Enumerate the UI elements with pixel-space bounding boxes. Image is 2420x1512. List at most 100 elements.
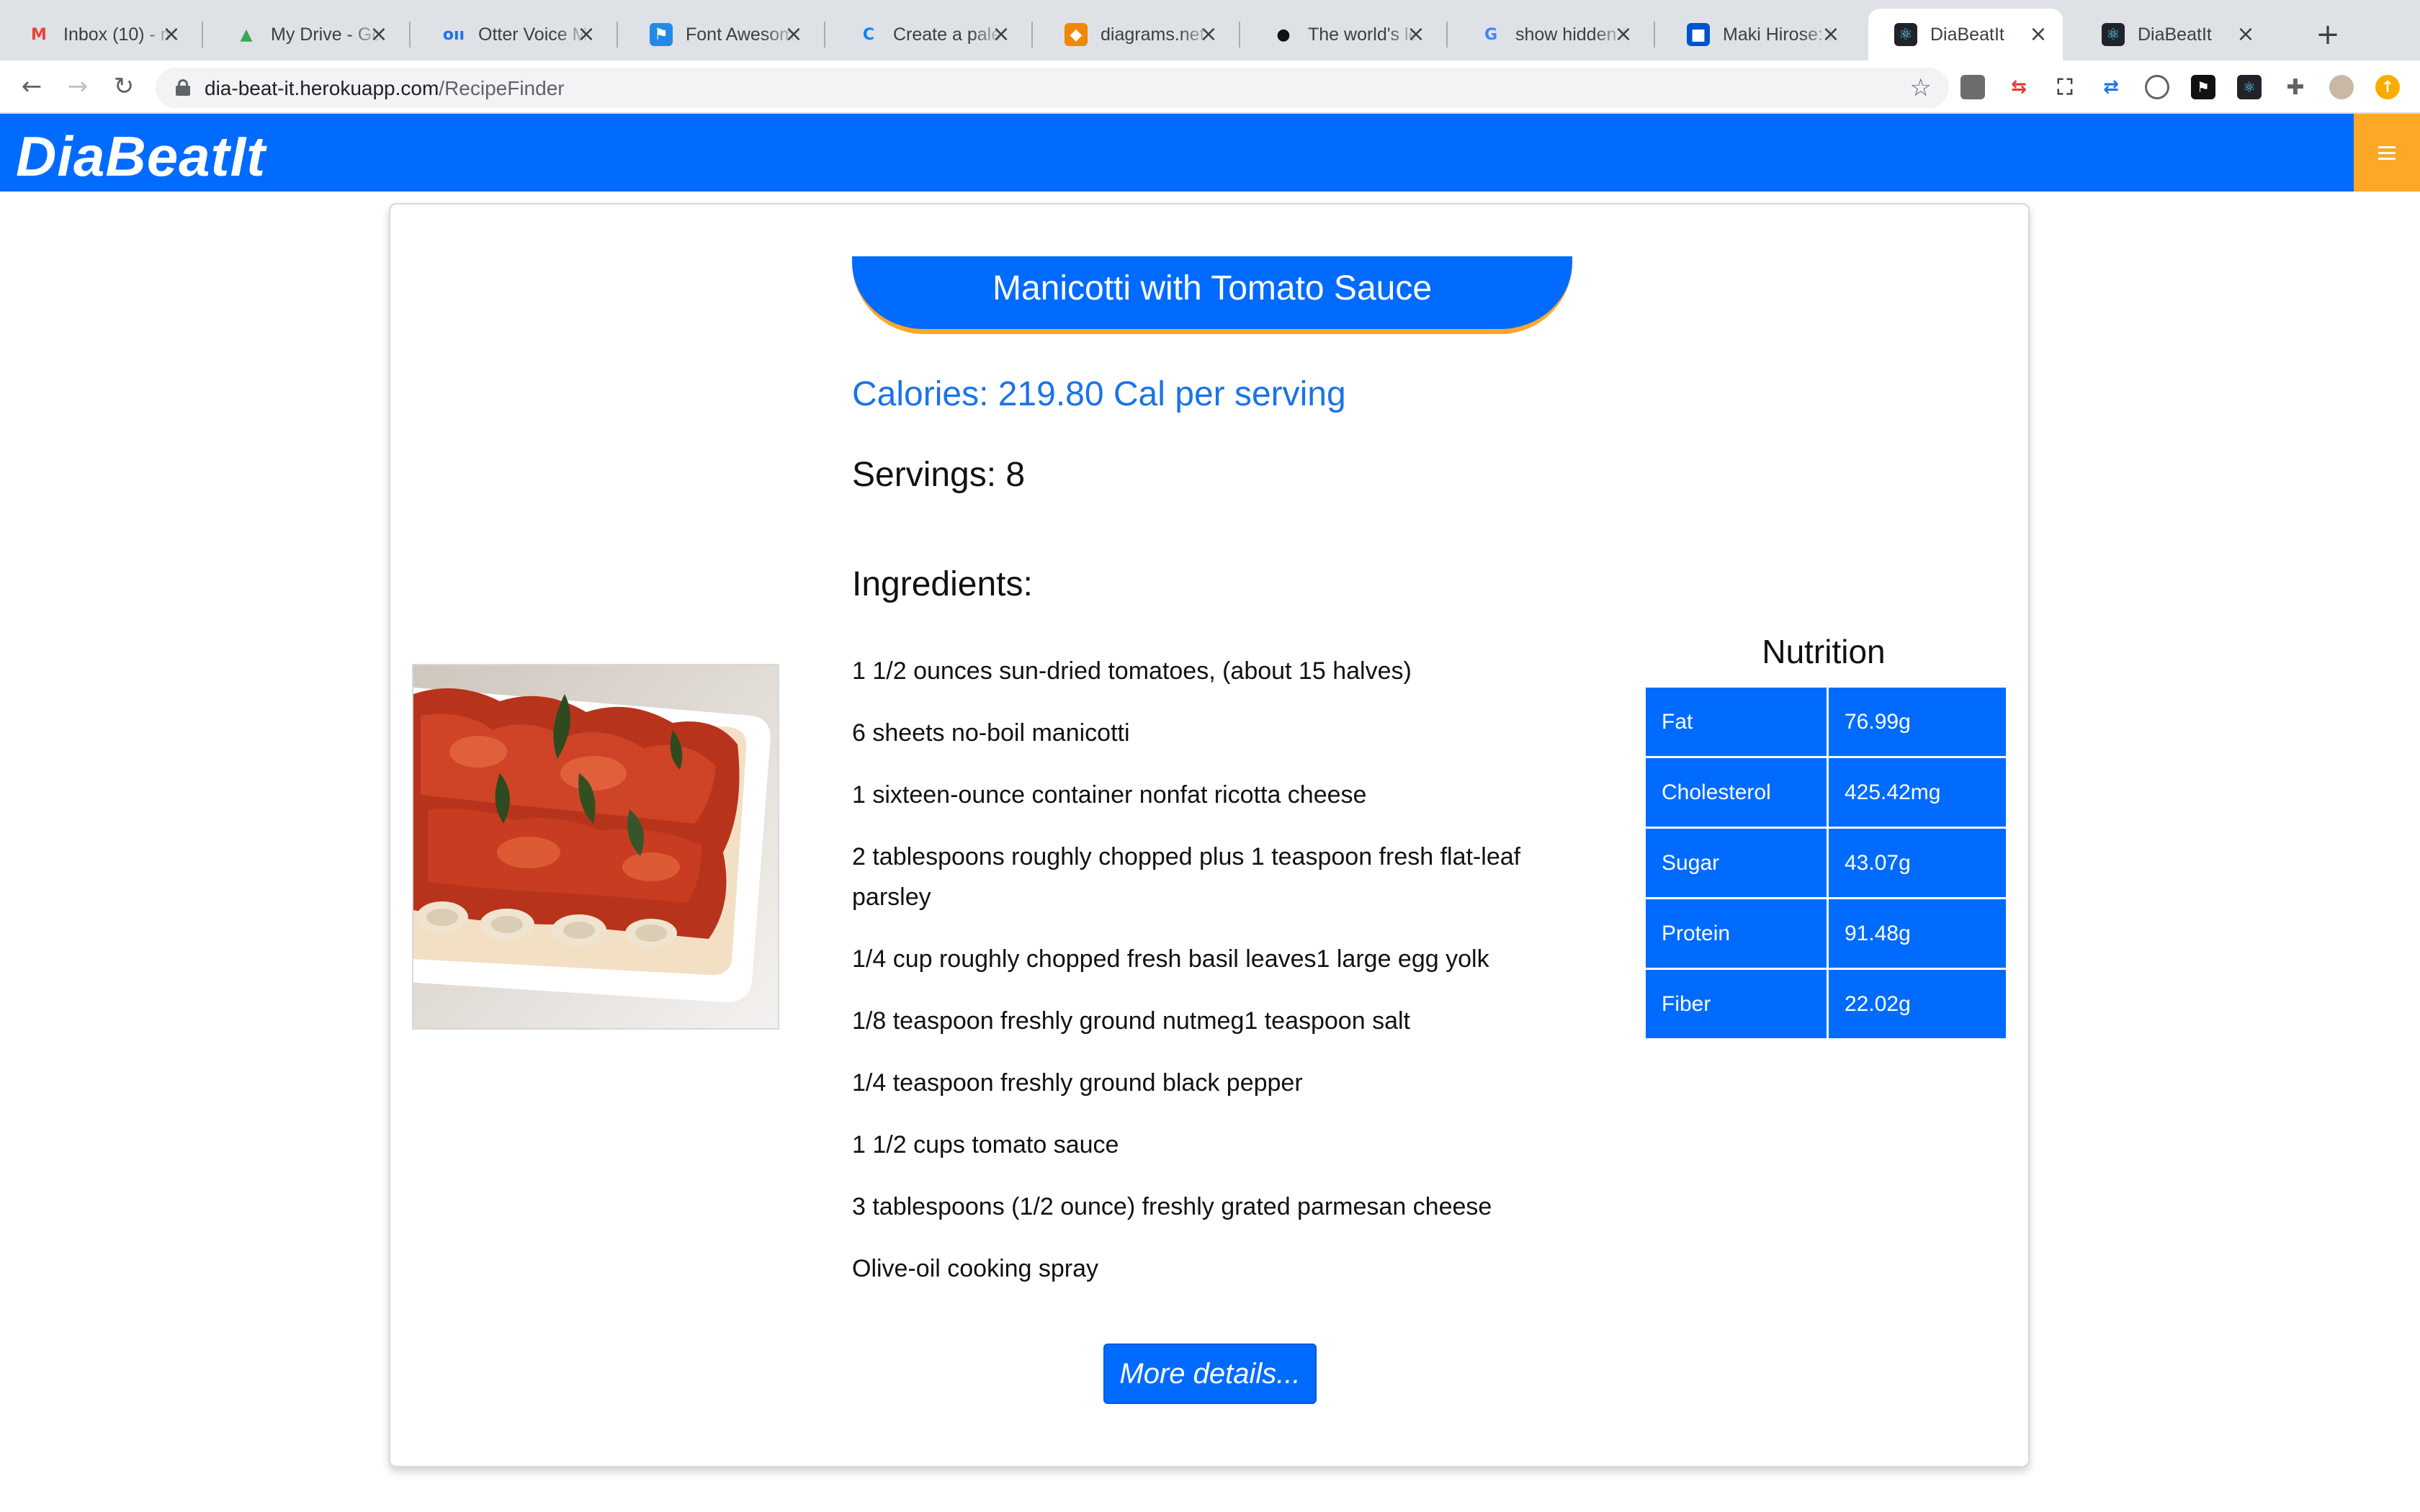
tab-title: Create a palet [893, 24, 1005, 45]
tab-title: DiaBeatIt [2138, 24, 2212, 45]
more-details-button[interactable]: More details... [1103, 1344, 1317, 1404]
tab-close-icon[interactable]: × [1197, 23, 1220, 46]
browser-toolbar: ← → ↻ dia-beat-it.herokuapp.com/RecipeFi… [0, 60, 2420, 114]
font-awesome-flag-icon: ⚑ [650, 23, 673, 46]
url-text: dia-beat-it.herokuapp.com/RecipeFinder [205, 77, 565, 100]
tab-separator [1654, 22, 1655, 48]
browser-tab[interactable]: ■ Maki Hirose: L × [1661, 9, 1855, 60]
tab-title: Otter Voice M [478, 24, 588, 45]
tab-close-icon[interactable]: × [782, 23, 805, 46]
react-icon: ⚛ [2102, 23, 2125, 46]
recipe-photo [412, 664, 779, 1030]
url-path: /RecipeFinder [439, 77, 565, 99]
extension-notification-icon[interactable]: ⇆ [2007, 75, 2031, 99]
ingredient-item: Olive-oil cooking spray [852, 1255, 1099, 1282]
tab-close-icon[interactable]: × [1404, 23, 1428, 46]
new-tab-button[interactable]: + [2312, 19, 2344, 50]
nutrition-value: 43.07g [1827, 827, 2008, 899]
manicotti-dish-illustration [413, 665, 778, 1028]
tab-title: The world's le [1308, 24, 1419, 45]
react-devtools-icon[interactable]: ⚛ [2237, 75, 2262, 99]
tab-title: Font Awesome [686, 24, 797, 45]
nutrition-label: Fiber [1644, 968, 1829, 1040]
calories-text: Calories: 219.80 Cal per serving [852, 375, 1346, 413]
profile-avatar[interactable] [2329, 75, 2354, 99]
browser-tab[interactable]: C Create a palet × [831, 9, 1026, 60]
tab-separator [1446, 22, 1448, 48]
recipe-title-banner: Manicotti with Tomato Sauce [852, 256, 1572, 334]
browser-tab[interactable]: oıı Otter Voice M × [416, 9, 611, 60]
lock-icon [176, 79, 190, 96]
ingredient-item: 6 sheets no-boil manicotti [852, 719, 1130, 747]
nutrition-value: 91.48g [1827, 897, 2008, 970]
circle-extension-icon[interactable] [2145, 75, 2169, 99]
update-icon[interactable]: ↑ [2375, 75, 2400, 99]
hamburger-menu-button[interactable] [2354, 114, 2420, 192]
tab-separator [1239, 22, 1240, 48]
google-drive-icon: ▲ [240, 25, 253, 44]
nutrition-value: 76.99g [1827, 685, 2008, 758]
ingredient-item: 1 1/2 ounces sun-dried tomatoes, (about … [852, 657, 1412, 685]
browser-tab[interactable]: Gshow hidden f × [1453, 9, 1648, 60]
tab-close-icon[interactable]: × [1819, 23, 1842, 46]
otter-icon: oıı [442, 25, 465, 44]
nutrition-label: Protein [1644, 897, 1829, 970]
browser-tab[interactable]: M Inbox (10) - m × [1, 9, 196, 60]
tab-title: My Drive - Go [271, 24, 382, 45]
browser-tab[interactable]: ⚑ Font Awesome × [624, 9, 818, 60]
tab-title: Inbox (10) - m [63, 24, 175, 45]
nutrition-title: Nutrition [1762, 633, 1886, 670]
ingredient-item: 1/8 teaspoon freshly ground nutmeg1 teas… [852, 1007, 1410, 1035]
tab-title: Maki Hirose: L [1723, 24, 1834, 45]
forward-arrow-icon[interactable]: → [62, 71, 94, 102]
back-arrow-icon[interactable]: ← [16, 71, 48, 102]
nutrition-row: Sugar 43.07g [1644, 827, 2008, 899]
screenshot-extension-icon[interactable]: ⛶ [2053, 75, 2077, 100]
ingredient-item: 2 tablespoons roughly chopped plus 1 tea… [852, 843, 1521, 911]
tab-title: show hidden f [1515, 24, 1627, 45]
recipe-title: Manicotti with Tomato Sauce [992, 269, 1433, 307]
tab-close-icon[interactable]: × [367, 23, 390, 46]
browser-tab[interactable]: ⚛ DiaBeatIt × [1868, 9, 2063, 60]
url-host: dia-beat-it.herokuapp.com [205, 77, 439, 99]
tab-close-icon[interactable]: × [1612, 23, 1635, 46]
nutrition-row: Cholesterol 425.42mg [1644, 756, 2008, 829]
reload-icon[interactable]: ↻ [108, 71, 140, 102]
menu-bar-icon [2378, 157, 2396, 160]
nutrition-label: Fat [1644, 685, 1829, 758]
nutrition-label: Cholesterol [1644, 756, 1829, 829]
nutrition-row: Fat 76.99g [1644, 685, 2008, 758]
tab-separator [617, 22, 618, 48]
nutrition-label: Sugar [1644, 827, 1829, 899]
coolors-icon: C [862, 25, 875, 44]
browser-tab[interactable]: ● The world's le × [1246, 9, 1440, 60]
tab-close-icon[interactable]: × [990, 23, 1013, 46]
tab-close-icon[interactable]: × [575, 23, 598, 46]
diagrams-icon: ◆ [1065, 23, 1088, 46]
tab-title: diagrams.net [1101, 24, 1205, 45]
menu-bar-icon [2378, 145, 2396, 148]
ingredient-item: 1/4 cup roughly chopped fresh basil leav… [852, 945, 1489, 973]
extension-icon[interactable] [1960, 75, 1985, 99]
flag-extension-icon[interactable]: ⚑ [2191, 75, 2215, 99]
tab-close-icon[interactable]: × [2027, 23, 2050, 46]
ingredients-heading: Ingredients: [852, 565, 1033, 603]
extensions-puzzle-icon[interactable]: ✚ [2283, 75, 2308, 100]
ingredients-list: 1 1/2 ounces sun-dried tomatoes, (about … [852, 651, 1572, 1310]
bookmark-star-icon[interactable]: ☆ [1910, 73, 1932, 102]
tab-close-icon[interactable]: × [2234, 23, 2257, 46]
tab-separator [824, 22, 825, 48]
google-icon: G [1484, 25, 1498, 44]
browser-tab[interactable]: ◆ diagrams.net × [1039, 9, 1233, 60]
browser-tab[interactable]: ▲ My Drive - Go × [209, 9, 403, 60]
tab-title: DiaBeatIt [1930, 24, 2004, 45]
address-bar[interactable]: dia-beat-it.herokuapp.com/RecipeFinder ☆ [156, 68, 1949, 108]
sync-extension-icon[interactable]: ⇄ [2099, 75, 2123, 99]
brand-logo[interactable]: DiaBeatIt [16, 124, 266, 189]
react-icon: ⚛ [1894, 23, 1917, 46]
browser-tab[interactable]: ⚛ DiaBeatIt × [2076, 9, 2270, 60]
browser-tab-strip: + M Inbox (10) - m × ▲ My Drive - Go × oıı Otte… [0, 0, 2420, 60]
tab-close-icon[interactable]: × [160, 23, 183, 46]
servings-text: Servings: 8 [852, 456, 1026, 494]
ingredient-item: 1 sixteen-ounce container nonfat ricotta… [852, 781, 1367, 809]
